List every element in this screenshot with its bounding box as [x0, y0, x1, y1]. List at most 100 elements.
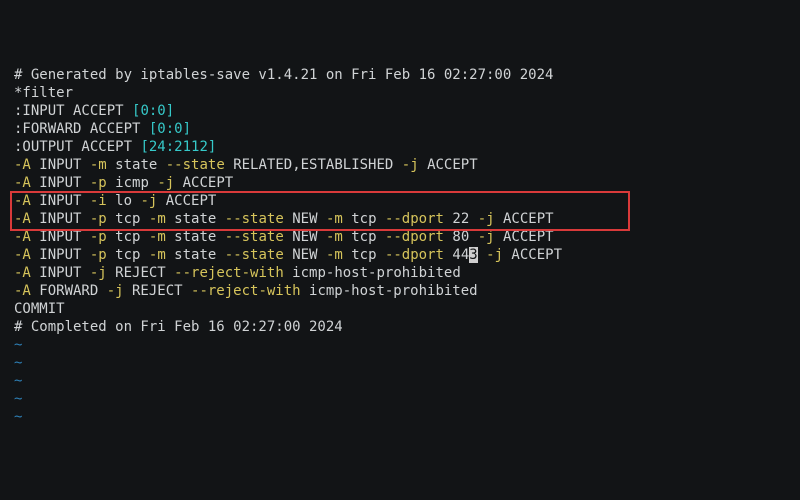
code-token: ACCEPT: [174, 175, 233, 191]
code-token: ACCEPT: [495, 229, 554, 245]
code-token: tcp: [343, 247, 385, 263]
code-line[interactable]: *filter: [14, 84, 800, 102]
code-token: -m: [326, 229, 343, 245]
code-token: INPUT: [31, 175, 90, 191]
tilde-line[interactable]: ~: [14, 390, 800, 408]
code-token: icmp-host-prohibited: [301, 283, 478, 299]
terminal-editor[interactable]: # Generated by iptables-save v1.4.21 on …: [0, 0, 800, 426]
code-token: --state: [225, 247, 284, 263]
code-token: lo: [107, 193, 141, 209]
code-token: --state: [166, 157, 225, 173]
code-token: -j: [478, 229, 495, 245]
code-line[interactable]: :OUTPUT ACCEPT [24:2112]: [14, 138, 800, 156]
tilde-line[interactable]: ~: [14, 372, 800, 390]
code-token: tcp: [107, 247, 149, 263]
code-token: -p: [90, 211, 107, 227]
code-token: --state: [225, 211, 284, 227]
code-token: -p: [90, 229, 107, 245]
code-token: -m: [149, 247, 166, 263]
code-token: --state: [225, 229, 284, 245]
code-token: -j: [402, 157, 419, 173]
cursor: 3: [469, 247, 477, 263]
code-token: :FORWARD ACCEPT: [14, 121, 149, 137]
code-token: --dport: [385, 247, 444, 263]
code-token: INPUT: [31, 229, 90, 245]
code-token: [478, 247, 486, 263]
code-token: NEW: [284, 247, 326, 263]
code-line[interactable]: # Generated by iptables-save v1.4.21 on …: [14, 66, 800, 84]
code-token: 44: [444, 247, 469, 263]
code-token: -A: [14, 229, 31, 245]
code-token: INPUT: [31, 211, 90, 227]
code-token: icmp-host-prohibited: [284, 265, 461, 281]
code-line[interactable]: -A INPUT -j REJECT --reject-with icmp-ho…: [14, 264, 800, 282]
code-token: ~: [14, 373, 22, 389]
code-token: -m: [149, 211, 166, 227]
code-line[interactable]: -A INPUT -p tcp -m state --state NEW -m …: [14, 228, 800, 246]
code-token: ACCEPT: [157, 193, 216, 209]
code-token: -p: [90, 175, 107, 191]
code-token: -A: [14, 157, 31, 173]
code-token: -A: [14, 283, 31, 299]
code-token: [0:0]: [149, 121, 191, 137]
code-token: -m: [326, 247, 343, 263]
code-token: 22: [444, 211, 478, 227]
code-token: tcp: [107, 229, 149, 245]
code-token: # Generated by iptables-save v1.4.21 on …: [14, 67, 553, 83]
code-token: 80: [444, 229, 478, 245]
code-token: INPUT: [31, 265, 90, 281]
tilde-line[interactable]: ~: [14, 408, 800, 426]
code-token: [0:0]: [132, 103, 174, 119]
code-token: tcp: [343, 229, 385, 245]
code-token: state: [166, 229, 225, 245]
code-line[interactable]: # Completed on Fri Feb 16 02:27:00 2024: [14, 318, 800, 336]
code-token: -A: [14, 193, 31, 209]
code-token: --dport: [385, 229, 444, 245]
code-token: --dport: [385, 211, 444, 227]
code-token: INPUT: [31, 193, 90, 209]
code-line[interactable]: :FORWARD ACCEPT [0:0]: [14, 120, 800, 138]
code-token: :OUTPUT ACCEPT: [14, 139, 140, 155]
code-line[interactable]: :INPUT ACCEPT [0:0]: [14, 102, 800, 120]
code-token: ~: [14, 337, 22, 353]
code-line[interactable]: -A FORWARD -j REJECT --reject-with icmp-…: [14, 282, 800, 300]
code-token: icmp: [107, 175, 158, 191]
code-token: tcp: [343, 211, 385, 227]
code-token: -m: [326, 211, 343, 227]
code-line[interactable]: -A INPUT -p tcp -m state --state NEW -m …: [14, 210, 800, 228]
code-token: tcp: [107, 211, 149, 227]
code-token: ~: [14, 355, 22, 371]
code-token: ACCEPT: [503, 247, 562, 263]
code-token: ACCEPT: [495, 211, 554, 227]
code-line[interactable]: -A INPUT -p icmp -j ACCEPT: [14, 174, 800, 192]
code-token: -m: [90, 157, 107, 173]
code-token: -j: [107, 283, 124, 299]
code-line[interactable]: -A INPUT -i lo -j ACCEPT: [14, 192, 800, 210]
code-token: ~: [14, 391, 22, 407]
code-token: FORWARD: [31, 283, 107, 299]
code-token: -A: [14, 175, 31, 191]
code-line[interactable]: -A INPUT -m state --state RELATED,ESTABL…: [14, 156, 800, 174]
code-token: -p: [90, 247, 107, 263]
code-token: REJECT: [107, 265, 174, 281]
code-line[interactable]: -A INPUT -p tcp -m state --state NEW -m …: [14, 246, 800, 264]
code-token: NEW: [284, 211, 326, 227]
code-token: :INPUT ACCEPT: [14, 103, 132, 119]
code-token: -j: [478, 211, 495, 227]
code-token: -A: [14, 211, 31, 227]
code-token: -m: [149, 229, 166, 245]
code-token: RELATED,ESTABLISHED: [225, 157, 402, 173]
code-token: --reject-with: [191, 283, 301, 299]
tilde-line[interactable]: ~: [14, 336, 800, 354]
code-line[interactable]: COMMIT: [14, 300, 800, 318]
code-token: INPUT: [31, 157, 90, 173]
code-token: NEW: [284, 229, 326, 245]
code-token: [24:2112]: [140, 139, 216, 155]
code-token: state: [166, 211, 225, 227]
code-token: # Completed on Fri Feb 16 02:27:00 2024: [14, 319, 343, 335]
code-token: state: [107, 157, 166, 173]
code-token: -j: [486, 247, 503, 263]
code-token: -A: [14, 247, 31, 263]
code-token: INPUT: [31, 247, 90, 263]
tilde-line[interactable]: ~: [14, 354, 800, 372]
